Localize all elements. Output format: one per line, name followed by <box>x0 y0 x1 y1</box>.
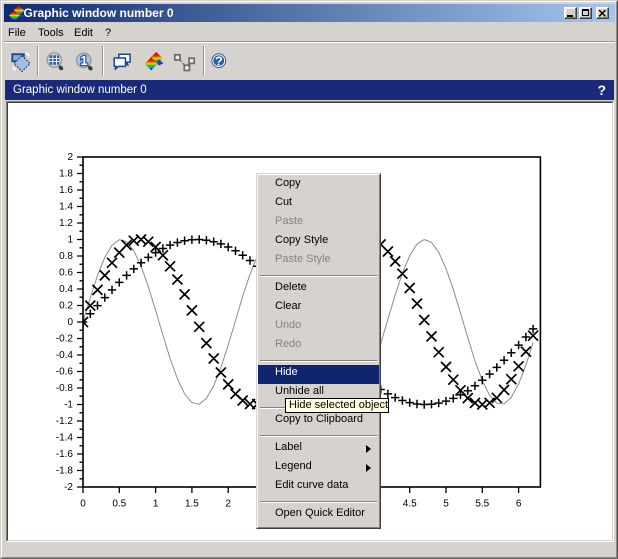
svg-text:1.4: 1.4 <box>59 202 73 213</box>
svg-text:2: 2 <box>225 499 231 510</box>
svg-text:-0.8: -0.8 <box>56 383 74 394</box>
svg-text:5: 5 <box>443 499 449 510</box>
svg-text:-0.4: -0.4 <box>56 350 74 361</box>
svg-text:-1.6: -1.6 <box>56 449 74 460</box>
svg-text:1.2: 1.2 <box>59 218 73 229</box>
svg-text:4.5: 4.5 <box>403 499 417 510</box>
svg-text:-1: -1 <box>64 400 73 411</box>
svg-text:1.5: 1.5 <box>185 499 199 510</box>
svg-text:1.6: 1.6 <box>59 185 73 196</box>
svg-text:1: 1 <box>67 235 73 246</box>
svg-text:1.8: 1.8 <box>59 169 73 180</box>
svg-text:2: 2 <box>67 152 73 163</box>
svg-text:6: 6 <box>516 499 522 510</box>
svg-text:0.4: 0.4 <box>59 284 73 295</box>
svg-text:0.2: 0.2 <box>59 301 73 312</box>
svg-text:0: 0 <box>67 317 73 328</box>
svg-text:1: 1 <box>153 499 159 510</box>
svg-text:0: 0 <box>80 499 86 510</box>
svg-text:0.5: 0.5 <box>112 499 126 510</box>
svg-text:-2: -2 <box>64 482 73 493</box>
svg-text:-0.2: -0.2 <box>56 334 74 345</box>
svg-text:-0.6: -0.6 <box>56 367 74 378</box>
svg-text:-1.2: -1.2 <box>56 416 74 427</box>
svg-text:1: 1 <box>81 54 88 68</box>
svg-text:5.5: 5.5 <box>475 499 489 510</box>
svg-text:0.6: 0.6 <box>59 268 73 279</box>
svg-text:-1.8: -1.8 <box>56 466 74 477</box>
svg-text:0.8: 0.8 <box>59 251 73 262</box>
svg-text:?: ? <box>215 53 223 68</box>
svg-text:-1.4: -1.4 <box>56 433 74 444</box>
